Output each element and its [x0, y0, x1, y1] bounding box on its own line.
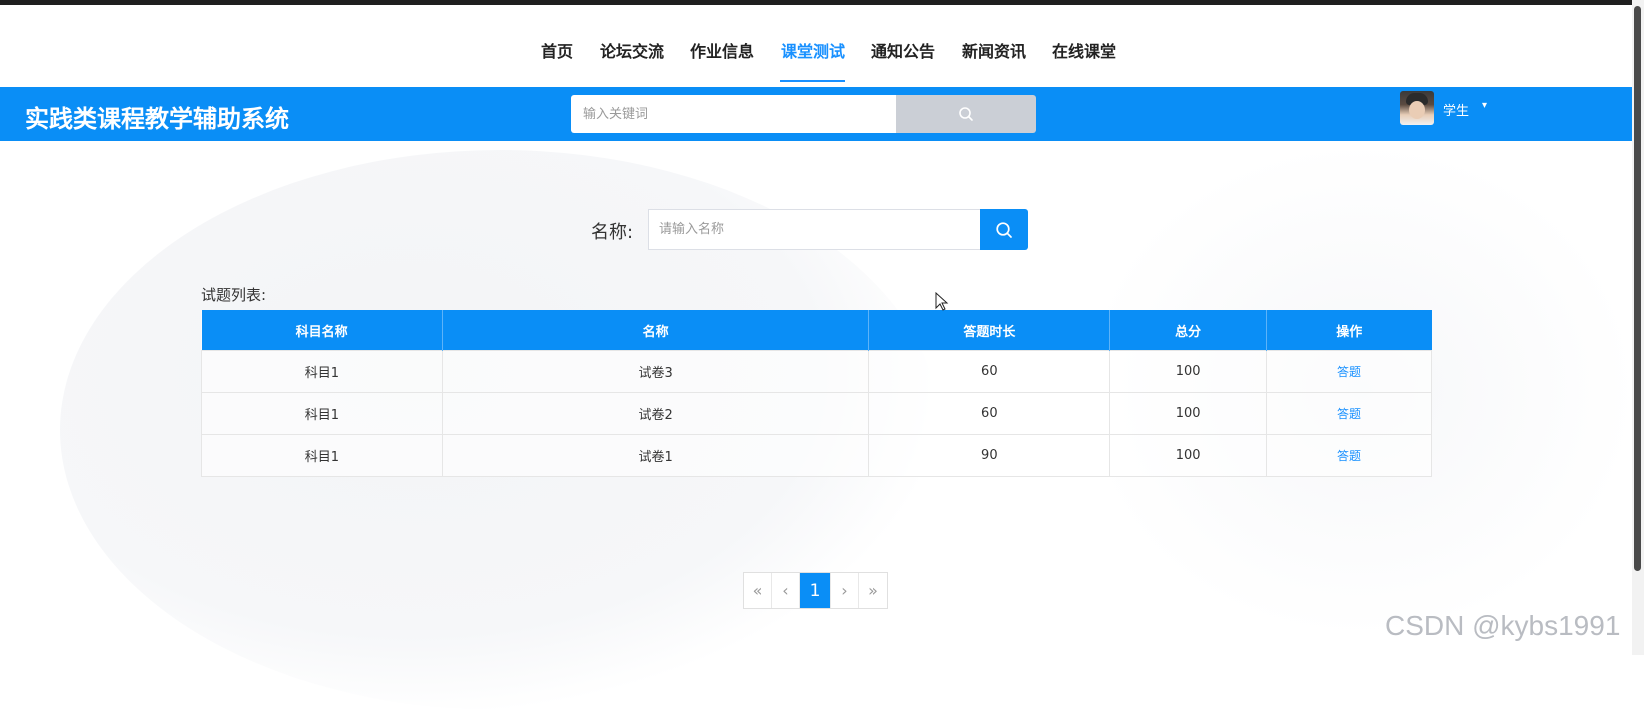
table-row: 科目1 试卷1 90 100 答题	[201, 434, 1432, 477]
cell-subject: 科目1	[201, 350, 443, 393]
cell-duration: 60	[868, 392, 1111, 435]
page-current-button[interactable]: 1	[800, 573, 831, 608]
scrollbar-thumb[interactable]	[1634, 6, 1641, 571]
list-title: 试题列表:	[201, 286, 267, 304]
cell-action: 答题	[1266, 392, 1432, 435]
user-role-label[interactable]: 学生	[1443, 100, 1469, 119]
nav-item-online-class[interactable]: 在线课堂	[1052, 38, 1116, 62]
search-icon	[996, 221, 1012, 238]
table-row: 科目1 试卷2 60 100 答题	[201, 392, 1432, 435]
cell-score: 100	[1109, 392, 1268, 435]
cell-name: 试卷2	[441, 392, 870, 435]
name-filter-input[interactable]	[648, 209, 981, 250]
nav-item-home[interactable]: 首页	[541, 38, 573, 62]
cell-action: 答题	[1266, 434, 1432, 477]
cell-duration: 60	[868, 350, 1111, 393]
avatar-face	[1409, 101, 1425, 119]
mouse-cursor-icon	[935, 292, 949, 311]
nav-item-forum[interactable]: 论坛交流	[600, 38, 664, 62]
name-search-button[interactable]	[980, 209, 1028, 250]
answer-link[interactable]: 答题	[1337, 407, 1361, 421]
watermark: CSDN @kybs1991	[1385, 610, 1621, 641]
exam-table: 科目名称 名称 答题时长 总分 操作 科目1 试卷3 60 100 答题 科目1…	[201, 310, 1432, 477]
nav-item-news[interactable]: 新闻资讯	[962, 38, 1026, 62]
column-header-score: 总分	[1109, 310, 1268, 351]
site-title: 实践类课程教学辅助系统	[25, 105, 289, 133]
keyword-search-button[interactable]	[896, 95, 1036, 133]
header-band: 实践类课程教学辅助系统 学生 ▾	[0, 87, 1632, 141]
page-next-button[interactable]: ›	[831, 573, 859, 608]
keyword-search-input[interactable]	[571, 95, 896, 133]
cell-name: 试卷3	[441, 350, 870, 393]
column-header-subject: 科目名称	[201, 310, 443, 351]
page-prev-button[interactable]: ‹	[772, 573, 800, 608]
pagination: « ‹ 1 › »	[743, 572, 888, 609]
cell-score: 100	[1109, 434, 1268, 477]
column-header-duration: 答题时长	[868, 310, 1111, 351]
cell-name: 试卷1	[441, 434, 870, 477]
nav-item-class-test[interactable]: 课堂测试	[781, 38, 845, 62]
name-filter-label: 名称:	[591, 222, 634, 243]
table-header-row: 科目名称 名称 答题时长 总分 操作	[201, 310, 1432, 351]
cell-action: 答题	[1266, 350, 1432, 393]
column-header-name: 名称	[442, 310, 870, 351]
nav-active-underline	[780, 80, 845, 82]
answer-link[interactable]: 答题	[1337, 365, 1361, 379]
cell-subject: 科目1	[201, 392, 443, 435]
cell-duration: 90	[868, 434, 1111, 477]
page-first-button[interactable]: «	[744, 573, 772, 608]
cell-subject: 科目1	[201, 434, 443, 477]
avatar[interactable]	[1400, 91, 1434, 125]
table-row: 科目1 试卷3 60 100 答题	[201, 350, 1432, 393]
top-nav: 首页 论坛交流 作业信息 课堂测试 通知公告 新闻资讯 在线课堂	[0, 0, 1632, 86]
nav-item-notices[interactable]: 通知公告	[871, 38, 935, 62]
answer-link[interactable]: 答题	[1337, 449, 1361, 463]
page-last-button[interactable]: »	[859, 573, 887, 608]
scrollbar[interactable]	[1632, 0, 1644, 655]
nav-item-homework[interactable]: 作业信息	[690, 38, 754, 62]
caret-down-icon[interactable]: ▾	[1482, 100, 1487, 111]
search-icon	[959, 107, 973, 121]
column-header-action: 操作	[1266, 310, 1432, 351]
cell-score: 100	[1109, 350, 1268, 393]
